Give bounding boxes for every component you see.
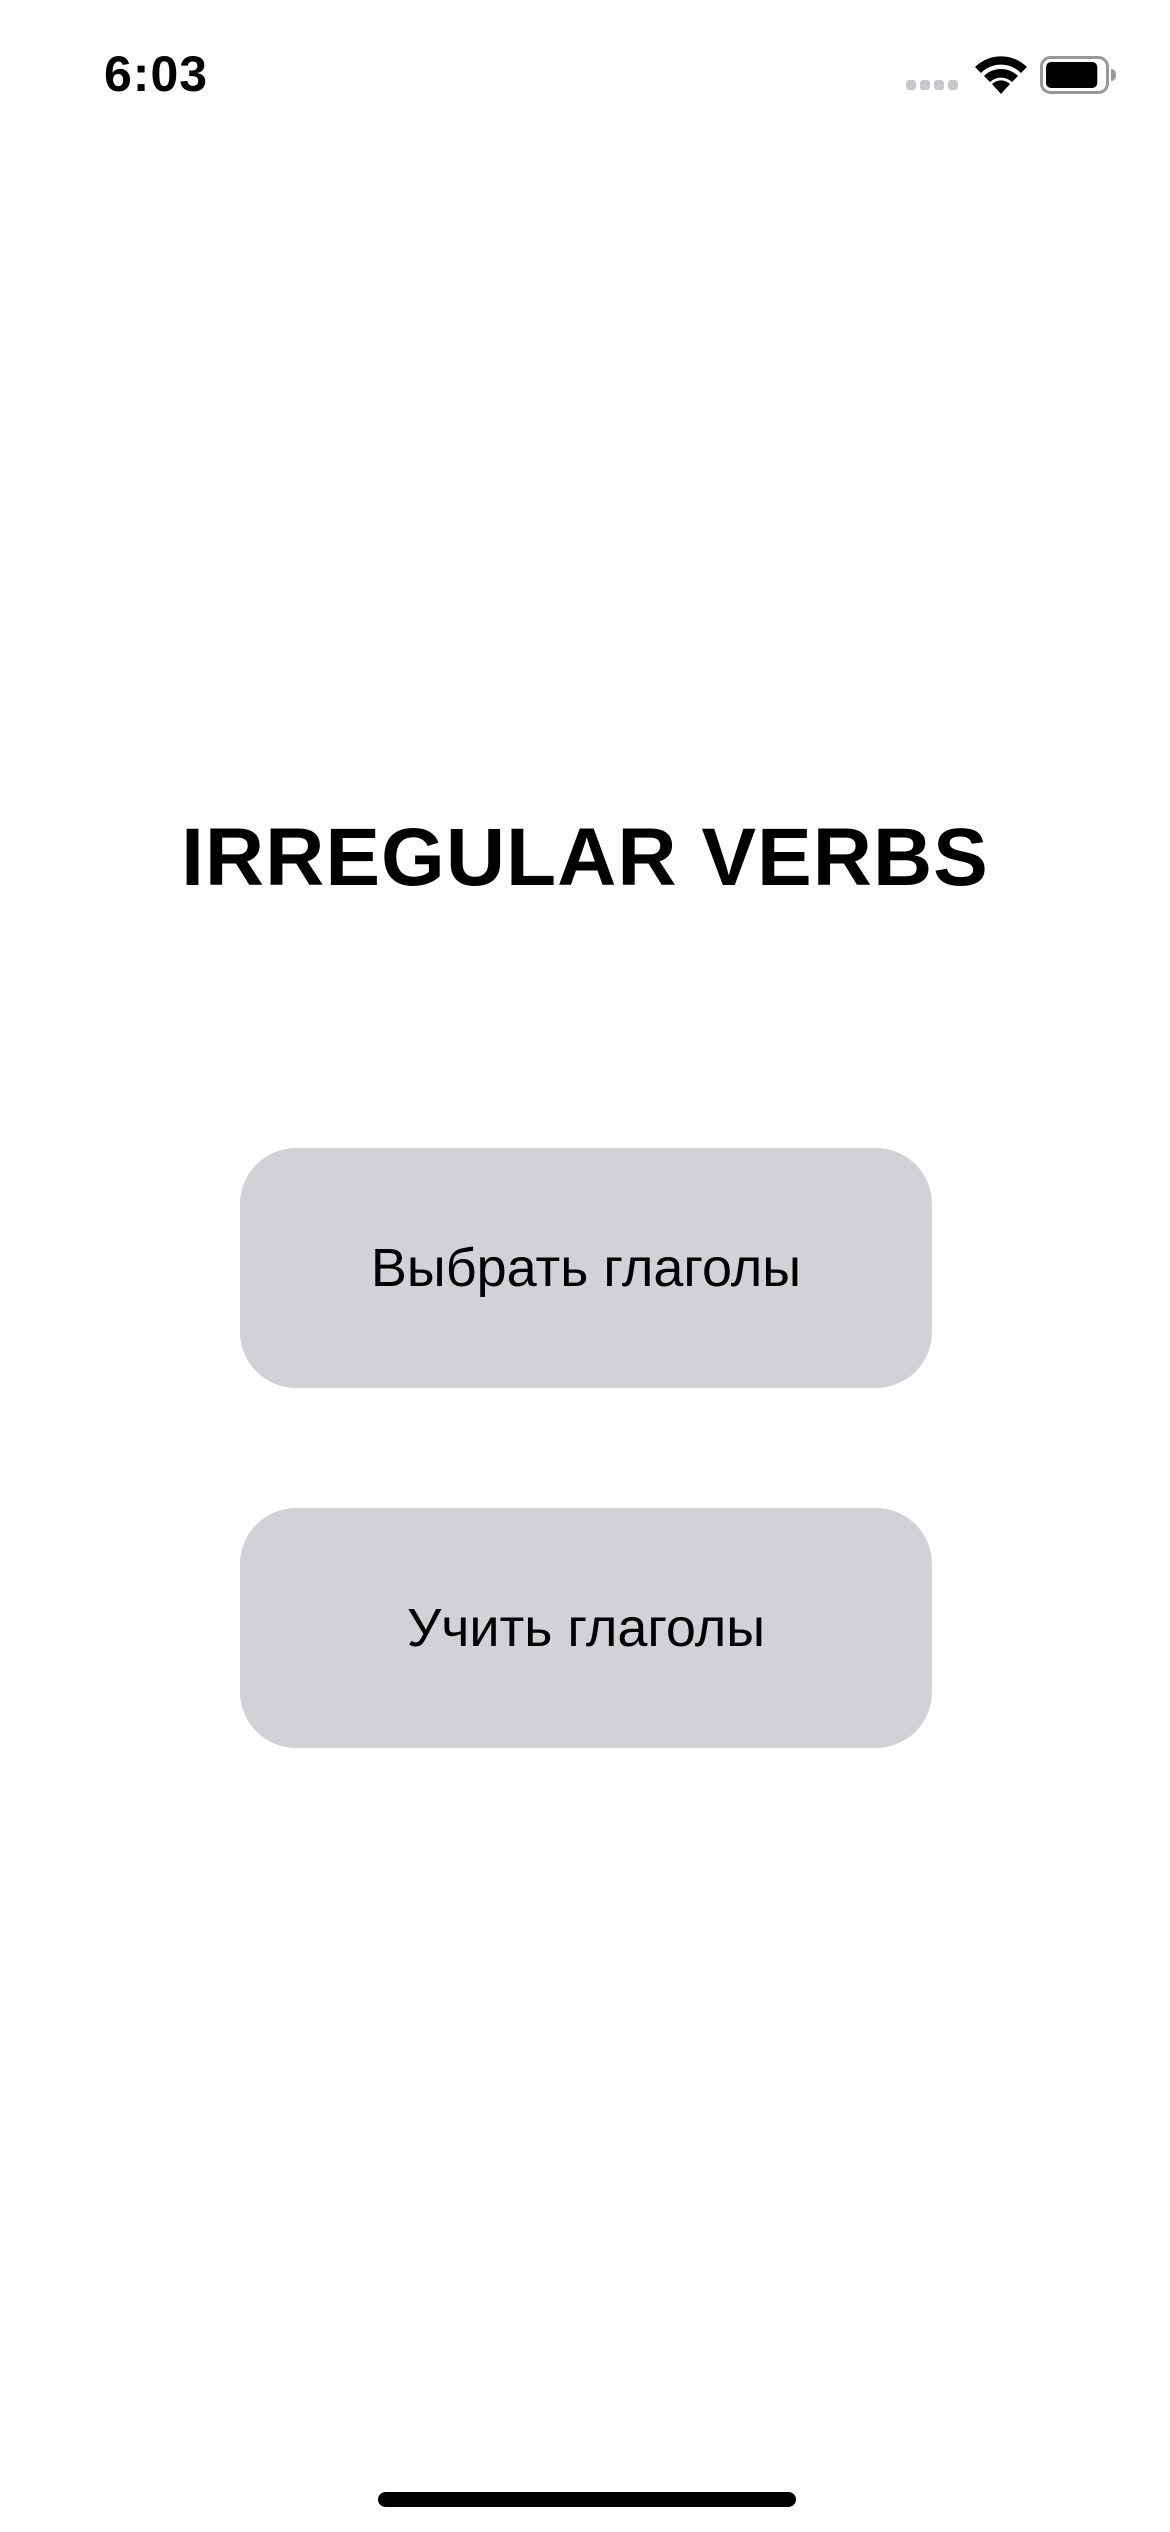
home-indicator[interactable] bbox=[378, 2492, 796, 2507]
status-time: 6:03 bbox=[104, 46, 209, 102]
select-verbs-label: Выбрать глаголы bbox=[370, 1238, 802, 1298]
status-bar: 6:03 bbox=[0, 0, 1170, 150]
learn-verbs-button[interactable]: Учить глаголы bbox=[240, 1508, 932, 1748]
page-title: IRREGULAR VERBS bbox=[181, 812, 989, 903]
select-verbs-button[interactable]: Выбрать глаголы bbox=[240, 1148, 932, 1388]
cellular-signal-icon bbox=[906, 80, 962, 92]
learn-verbs-label: Учить глаголы bbox=[406, 1598, 766, 1658]
wifi-icon bbox=[975, 56, 1027, 94]
battery-icon bbox=[1040, 56, 1116, 94]
